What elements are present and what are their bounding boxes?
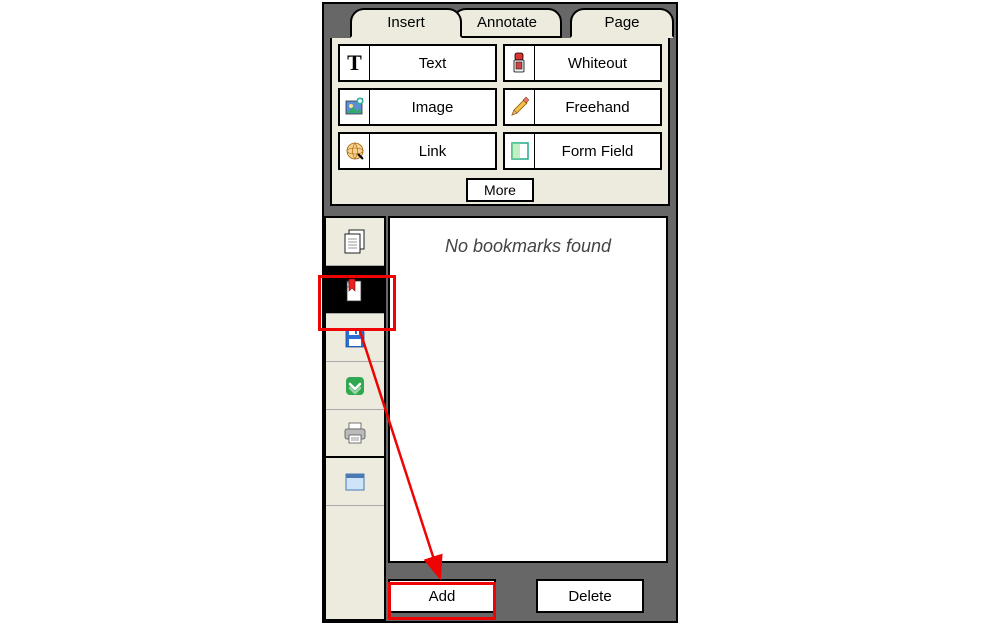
tab-insert[interactable]: Insert	[350, 8, 462, 38]
bookmark-icon	[343, 277, 367, 303]
whiteout-icon	[505, 46, 535, 80]
image-tool-label: Image	[370, 99, 495, 116]
image-tool-button[interactable]: Image	[338, 88, 497, 126]
link-tool-button[interactable]: Link	[338, 132, 497, 170]
formfield-tool-label: Form Field	[535, 143, 660, 160]
rail-bookmarks-button[interactable]	[326, 266, 384, 314]
delete-button[interactable]: Delete	[536, 579, 644, 613]
freehand-icon	[505, 90, 535, 124]
more-row: More	[338, 178, 662, 202]
download-icon	[343, 374, 367, 398]
tab-annotate[interactable]: Annotate	[452, 8, 562, 38]
text-tool-label: Text	[370, 55, 495, 72]
rail-pages-button[interactable]	[326, 218, 384, 266]
pages-icon	[342, 228, 368, 256]
left-rail	[324, 216, 386, 621]
bookmarks-empty-message: No bookmarks found	[390, 218, 666, 275]
tab-bar: Insert Annotate Page	[324, 4, 676, 38]
formfield-icon	[505, 134, 535, 168]
rail-window-button[interactable]	[326, 458, 384, 506]
print-icon	[342, 421, 368, 445]
whiteout-tool-button[interactable]: Whiteout	[503, 44, 662, 82]
link-icon	[340, 134, 370, 168]
image-icon	[340, 90, 370, 124]
link-tool-label: Link	[370, 143, 495, 160]
more-button[interactable]: More	[466, 178, 534, 202]
app-window: Insert Annotate Page T Text Whiteout	[322, 2, 678, 623]
lower-panel: No bookmarks found Add Delete	[324, 216, 676, 621]
tool-grid: T Text Whiteout	[338, 44, 662, 170]
whiteout-tool-label: Whiteout	[535, 55, 660, 72]
text-icon: T	[340, 46, 370, 80]
formfield-tool-button[interactable]: Form Field	[503, 132, 662, 170]
rail-download-button[interactable]	[326, 362, 384, 410]
ribbon-panel: T Text Whiteout	[330, 38, 670, 206]
freehand-tool-button[interactable]: Freehand	[503, 88, 662, 126]
save-icon	[343, 326, 367, 350]
bottom-button-row: Add Delete	[388, 579, 668, 617]
rail-save-button[interactable]	[326, 314, 384, 362]
add-button[interactable]: Add	[388, 579, 496, 613]
tab-page[interactable]: Page	[570, 8, 674, 38]
freehand-tool-label: Freehand	[535, 99, 660, 116]
bookmarks-panel: No bookmarks found	[388, 216, 668, 563]
window-icon	[345, 473, 365, 491]
rail-print-button[interactable]	[326, 410, 384, 458]
text-tool-button[interactable]: T Text	[338, 44, 497, 82]
